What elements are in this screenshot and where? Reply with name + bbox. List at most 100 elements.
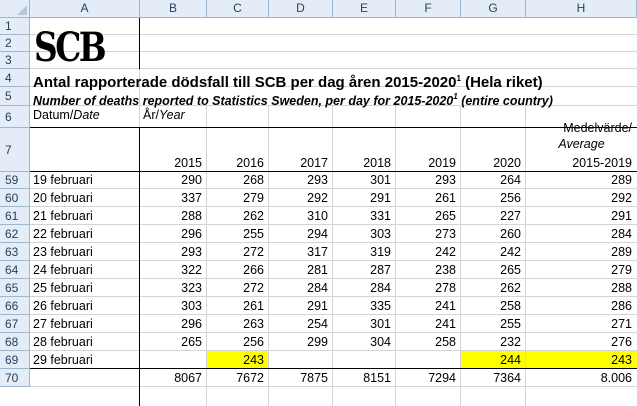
value-cell[interactable]: 7672: [207, 369, 269, 387]
value-cell[interactable]: 323: [140, 279, 207, 297]
value-cell[interactable]: 290: [140, 172, 207, 189]
value-cell[interactable]: 279: [526, 261, 637, 279]
value-cell[interactable]: 258: [461, 297, 526, 315]
value-cell[interactable]: 276: [526, 333, 637, 351]
date-cell[interactable]: 26 februari: [30, 297, 93, 315]
value-cell[interactable]: 289: [526, 243, 637, 261]
column-header-a[interactable]: A: [30, 0, 140, 18]
value-cell[interactable]: 271: [526, 315, 637, 333]
value-cell[interactable]: 303: [140, 297, 207, 315]
date-cell[interactable]: 20 februari: [30, 189, 93, 207]
row-header-3[interactable]: 3: [0, 52, 30, 69]
value-cell[interactable]: 322: [140, 261, 207, 279]
value-cell[interactable]: 296: [140, 315, 207, 333]
value-cell[interactable]: 241: [396, 297, 461, 315]
column-header-h[interactable]: H: [526, 0, 637, 18]
value-cell[interactable]: 244: [461, 351, 526, 369]
column-header-c[interactable]: C: [207, 0, 269, 18]
row-header-63[interactable]: 63: [0, 243, 30, 261]
value-cell[interactable]: 260: [461, 225, 526, 243]
value-cell[interactable]: 256: [461, 189, 526, 207]
value-cell[interactable]: 262: [461, 279, 526, 297]
date-cell[interactable]: 24 februari: [30, 261, 93, 279]
date-cell[interactable]: 29 februari: [30, 351, 93, 369]
row-header-70[interactable]: 70: [0, 369, 30, 387]
value-cell[interactable]: 264: [461, 172, 526, 189]
row-header-68[interactable]: 68: [0, 333, 30, 351]
value-cell[interactable]: 335: [333, 297, 396, 315]
column-header-d[interactable]: D: [269, 0, 333, 18]
value-cell[interactable]: 317: [269, 243, 333, 261]
value-cell[interactable]: 258: [396, 333, 461, 351]
value-cell[interactable]: 263: [207, 315, 269, 333]
row-header-2[interactable]: 2: [0, 35, 30, 52]
column-header-g[interactable]: G: [461, 0, 526, 18]
value-cell[interactable]: 291: [269, 297, 333, 315]
row-header-62[interactable]: 62: [0, 225, 30, 243]
value-cell[interactable]: 304: [333, 333, 396, 351]
select-all-corner[interactable]: [0, 0, 30, 18]
value-cell[interactable]: 291: [333, 189, 396, 207]
row-header-4[interactable]: 4: [0, 69, 30, 87]
row-header-7[interactable]: 7: [0, 128, 30, 172]
value-cell[interactable]: 266: [207, 261, 269, 279]
column-header-b[interactable]: B: [140, 0, 207, 18]
row-header-59[interactable]: 59: [0, 172, 30, 189]
value-cell[interactable]: 286: [526, 297, 637, 315]
date-cell[interactable]: 23 februari: [30, 243, 93, 261]
date-cell[interactable]: 21 februari: [30, 207, 93, 225]
column-header-e[interactable]: E: [333, 0, 396, 18]
value-cell[interactable]: 296: [140, 225, 207, 243]
value-cell[interactable]: 284: [269, 279, 333, 297]
value-cell[interactable]: 255: [207, 225, 269, 243]
value-cell[interactable]: 281: [269, 261, 333, 279]
date-cell[interactable]: 25 februari: [30, 279, 93, 297]
value-cell[interactable]: 293: [396, 172, 461, 189]
row-header-69[interactable]: 69: [0, 351, 30, 369]
value-cell[interactable]: 261: [207, 297, 269, 315]
value-cell[interactable]: 265: [140, 333, 207, 351]
value-cell[interactable]: 8151: [333, 369, 396, 387]
value-cell[interactable]: 243: [526, 351, 637, 369]
value-cell[interactable]: 293: [269, 172, 333, 189]
value-cell[interactable]: 262: [207, 207, 269, 225]
value-cell[interactable]: 272: [207, 279, 269, 297]
value-cell[interactable]: 301: [333, 315, 396, 333]
row-header-66[interactable]: 66: [0, 297, 30, 315]
value-cell[interactable]: 284: [526, 225, 637, 243]
row-header-60[interactable]: 60: [0, 189, 30, 207]
value-cell[interactable]: 301: [333, 172, 396, 189]
value-cell[interactable]: 265: [396, 207, 461, 225]
column-header-f[interactable]: F: [396, 0, 461, 18]
date-cell[interactable]: 27 februari: [30, 315, 93, 333]
value-cell[interactable]: 319: [333, 243, 396, 261]
value-cell[interactable]: 279: [207, 189, 269, 207]
value-cell[interactable]: 289: [526, 172, 637, 189]
value-cell[interactable]: 278: [396, 279, 461, 297]
value-cell[interactable]: 242: [461, 243, 526, 261]
value-cell[interactable]: 241: [396, 315, 461, 333]
value-cell[interactable]: 303: [333, 225, 396, 243]
value-cell[interactable]: 254: [269, 315, 333, 333]
value-cell[interactable]: 292: [269, 189, 333, 207]
value-cell[interactable]: 292: [526, 189, 637, 207]
value-cell[interactable]: 7875: [269, 369, 333, 387]
value-cell[interactable]: 284: [333, 279, 396, 297]
value-cell[interactable]: 288: [526, 279, 637, 297]
value-cell[interactable]: 310: [269, 207, 333, 225]
value-cell[interactable]: 265: [461, 261, 526, 279]
value-cell[interactable]: 8067: [140, 369, 207, 387]
row-header-61[interactable]: 61: [0, 207, 30, 225]
row-header-6[interactable]: 6: [0, 106, 30, 128]
date-cell[interactable]: 22 februari: [30, 225, 93, 243]
row-header-65[interactable]: 65: [0, 279, 30, 297]
value-cell[interactable]: 232: [461, 333, 526, 351]
value-cell[interactable]: 293: [140, 243, 207, 261]
date-cell[interactable]: 28 februari: [30, 333, 93, 351]
value-cell[interactable]: 255: [461, 315, 526, 333]
value-cell[interactable]: 287: [333, 261, 396, 279]
row-header-1[interactable]: 1: [0, 18, 30, 35]
row-header-5[interactable]: 5: [0, 87, 30, 106]
value-cell[interactable]: 7294: [396, 369, 461, 387]
value-cell[interactable]: 7364: [461, 369, 526, 387]
